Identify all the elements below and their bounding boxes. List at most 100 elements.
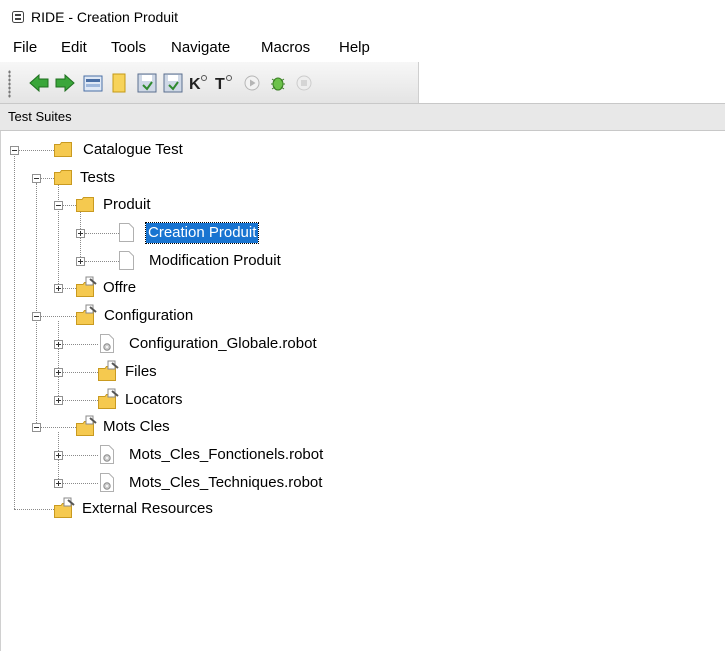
collapse-toggle[interactable] [32, 174, 41, 183]
folder-with-file-icon [76, 415, 97, 436]
toolbar: K T [0, 62, 419, 103]
tree-item-label: Creation Produit [144, 222, 260, 244]
tree-guide-line [14, 150, 15, 509]
expand-toggle[interactable] [54, 451, 63, 460]
folder-with-file-icon [54, 497, 75, 518]
tree-guide-line [58, 321, 59, 400]
window-title: RIDE - Creation Produit [31, 9, 179, 25]
tree-item-modification-produit[interactable]: Modification Produit [119, 248, 339, 274]
tree-item-label: Mots Cles [103, 418, 170, 435]
forward-arrow-icon[interactable] [54, 72, 76, 94]
tree-item-tests[interactable]: Tests [54, 165, 254, 191]
tree-item-label: Mots_Cles_Techniques.robot [129, 474, 323, 491]
menu-macros[interactable]: Macros [261, 39, 310, 56]
folder-with-file-icon [98, 388, 119, 409]
svg-text:T: T [215, 76, 225, 93]
expand-toggle[interactable] [54, 368, 63, 377]
tree-guide-line [63, 400, 98, 401]
tree-item-mots-cles[interactable]: Mots Cles [76, 414, 276, 440]
menu-edit[interactable]: Edit [61, 39, 87, 56]
tree-item-files[interactable]: Files [98, 359, 298, 385]
tree-guide-line [63, 455, 98, 456]
tree-item-label: Locators [125, 391, 183, 408]
collapse-toggle[interactable] [54, 201, 63, 210]
ride-app-icon [12, 11, 24, 23]
tree-item-configuration-globale[interactable]: Configuration_Globale.robot [98, 331, 368, 357]
test-suite-tree: Catalogue Test Tests Produit Creation Pr… [0, 131, 725, 651]
tree-guide-line [19, 150, 54, 151]
test-suites-panel-header[interactable]: Test Suites [0, 103, 725, 131]
expand-toggle[interactable] [54, 284, 63, 293]
folder-icon [54, 142, 72, 157]
tree-item-label: Mots_Cles_Fonctionels.robot [129, 446, 324, 463]
tree-guide-line [58, 183, 59, 288]
folder-icon [76, 197, 94, 212]
menu-navigate[interactable]: Navigate [171, 39, 230, 56]
tree-item-mots-cles-techniques[interactable]: Mots_Cles_Techniques.robot [98, 470, 368, 496]
debug-icon[interactable] [267, 72, 289, 94]
run-icon[interactable] [241, 72, 263, 94]
menu-bar: File Edit Tools Navigate Macros Help [0, 36, 725, 62]
tree-item-label: External Resources [82, 500, 213, 517]
toolbar-grip[interactable] [8, 70, 11, 98]
tree-item-creation-produit[interactable]: Creation Produit [119, 220, 319, 246]
tree-guide-line [85, 233, 119, 234]
expand-toggle[interactable] [54, 340, 63, 349]
collapse-toggle[interactable] [32, 312, 41, 321]
stop-icon[interactable] [293, 72, 315, 94]
open-folder-icon[interactable] [82, 72, 104, 94]
open-directory-icon[interactable] [108, 72, 130, 94]
resource-file-icon [100, 473, 114, 492]
test-file-icon [119, 251, 134, 270]
tree-guide-line [63, 288, 76, 289]
expand-toggle[interactable] [76, 257, 85, 266]
tree-guide-line [36, 183, 37, 427]
tree-guide-line [85, 261, 119, 262]
folder-with-file-icon [76, 304, 97, 325]
back-arrow-icon[interactable] [28, 72, 50, 94]
tree-item-label: Catalogue Test [83, 141, 183, 158]
title-bar: RIDE - Creation Produit [0, 0, 725, 36]
tree-guide-line [63, 205, 76, 206]
tree-guide-line [63, 483, 98, 484]
tree-item-label: Modification Produit [149, 252, 281, 269]
tree-guide-line [63, 372, 98, 373]
search-keywords-icon[interactable]: K [187, 72, 209, 94]
tree-guide-line [41, 178, 54, 179]
search-tests-icon[interactable]: T [213, 72, 235, 94]
tree-item-offre[interactable]: Offre [76, 275, 276, 301]
menu-tools[interactable]: Tools [111, 39, 146, 56]
tree-guide-line [63, 344, 98, 345]
test-file-icon [119, 223, 134, 242]
collapse-toggle[interactable] [32, 423, 41, 432]
panel-title: Test Suites [8, 109, 72, 124]
tree-item-label: Configuration_Globale.robot [129, 335, 317, 352]
svg-text:K: K [189, 76, 201, 93]
expand-toggle[interactable] [54, 479, 63, 488]
tree-item-label: Tests [80, 169, 116, 186]
resource-file-icon [100, 334, 114, 353]
tree-item-catalogue-test[interactable]: Catalogue Test [54, 137, 254, 163]
tree-guide-line [14, 509, 54, 510]
tree-guide-line [41, 316, 76, 317]
folder-with-file-icon [76, 276, 97, 297]
tree-item-configuration[interactable]: Configuration [76, 303, 276, 329]
expand-toggle[interactable] [76, 229, 85, 238]
tree-item-label: Offre [103, 279, 137, 296]
tree-item-produit[interactable]: Produit [76, 192, 276, 218]
tree-item-external-resources[interactable]: External Resources [54, 496, 274, 522]
tree-item-label: Files [125, 363, 157, 380]
resource-file-icon [100, 445, 114, 464]
folder-icon [54, 170, 72, 185]
menu-help[interactable]: Help [339, 39, 370, 56]
tree-item-locators[interactable]: Locators [98, 387, 298, 413]
save-icon[interactable] [136, 72, 158, 94]
tree-item-label: Configuration [104, 307, 194, 324]
tree-item-mots-cles-fonctionels[interactable]: Mots_Cles_Fonctionels.robot [98, 442, 368, 468]
menu-file[interactable]: File [13, 39, 37, 56]
collapse-toggle[interactable] [10, 146, 19, 155]
tree-item-label: Produit [103, 196, 151, 213]
save-all-icon[interactable] [162, 72, 184, 94]
tree-guide-line [41, 427, 76, 428]
expand-toggle[interactable] [54, 396, 63, 405]
